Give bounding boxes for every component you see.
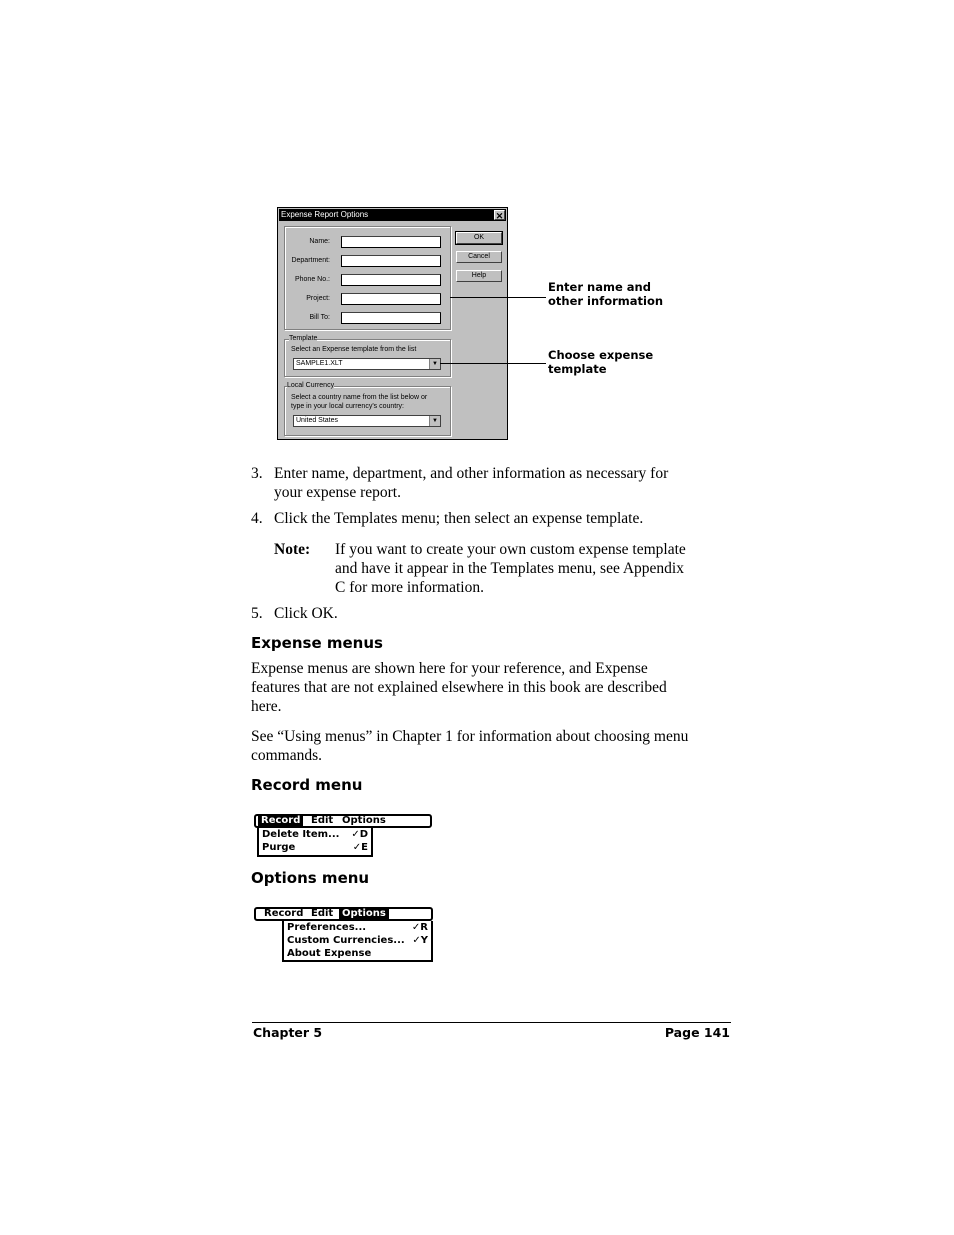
menu-options[interactable]: Options	[339, 816, 389, 826]
menu-item-label: Purge	[262, 842, 296, 853]
step-text: Click OK.	[274, 605, 338, 622]
paragraph-line: Expense menus are shown here for your re…	[251, 660, 648, 677]
step-5: 5. Click OK.	[251, 604, 731, 623]
paragraph-line: features that are not explained elsewher…	[251, 679, 667, 696]
menu-item-label: Custom Currencies...	[287, 935, 405, 946]
menu-item-shortcut: ✓Y	[412, 935, 428, 946]
menu-options[interactable]: Options	[339, 909, 389, 919]
paragraph-line: commands.	[251, 747, 323, 764]
currency-select[interactable]: United States ▼	[293, 415, 441, 427]
menu-item-delete-item[interactable]: Delete Item... ✓D	[259, 828, 371, 841]
callout-info: Enter name and other information	[548, 280, 663, 308]
menu-item-custom-currencies[interactable]: Custom Currencies... ✓Y	[284, 934, 431, 947]
phone-field[interactable]	[341, 274, 441, 286]
options-menubar: Record Edit Options	[254, 907, 433, 921]
callout-line-info	[450, 297, 546, 298]
callout-info-line2: other information	[548, 294, 664, 308]
menu-record[interactable]: Record	[258, 816, 304, 826]
template-select[interactable]: SAMPLE1.XLT ▼	[293, 358, 441, 370]
footer-page: Page 141	[664, 1025, 730, 1040]
step-number: 4.	[251, 510, 263, 527]
step-4: 4. Click the Templates menu; then select…	[251, 509, 731, 528]
menu-item-purge[interactable]: Purge ✓E	[259, 841, 371, 854]
menu-item-label: Preferences...	[287, 922, 367, 933]
department-label: Department:	[291, 257, 330, 264]
currency-group-title: Local Currency	[287, 382, 335, 389]
currency-selected-value: United States	[296, 417, 339, 424]
name-field[interactable]	[341, 236, 441, 248]
step-3: 3. Enter name, department, and other inf…	[251, 464, 731, 502]
dialog-titlebar: Expense Report Options ✕	[279, 209, 506, 221]
footer-rule	[252, 1022, 731, 1023]
record-menubar: Record Edit Options	[254, 814, 432, 828]
cancel-button[interactable]: Cancel	[456, 251, 502, 263]
record-menu-dropdown: Delete Item... ✓D Purge ✓E	[257, 828, 373, 857]
project-label: Project:	[306, 295, 330, 302]
dialog-title: Expense Report Options	[281, 210, 369, 219]
expense-menus-paragraph-2: See “Using menus” in Chapter 1 for infor…	[251, 727, 731, 765]
footer-chapter: Chapter 5	[253, 1025, 323, 1040]
callout-template: Choose expense template	[548, 348, 653, 376]
phone-label: Phone No.:	[294, 276, 330, 283]
menu-item-label: About Expense	[287, 948, 372, 959]
bill-to-label: Bill To:	[309, 314, 331, 321]
chevron-down-icon[interactable]: ▼	[429, 359, 440, 369]
heading-options-menu: Options menu	[251, 869, 370, 887]
step-text: your expense report.	[274, 484, 401, 501]
menu-item-shortcut: ✓R	[411, 922, 428, 933]
menu-item-about-expense[interactable]: About Expense	[284, 947, 431, 960]
step-number: 3.	[251, 465, 263, 482]
template-selected-value: SAMPLE1.XLT	[296, 360, 343, 367]
menu-item-label: Delete Item...	[262, 829, 340, 840]
note-text: If you want to create your own custom ex…	[335, 541, 686, 558]
menu-item-shortcut: ✓E	[352, 842, 368, 853]
template-group-title: Template	[289, 335, 318, 342]
menu-edit[interactable]: Edit	[308, 909, 336, 919]
expense-report-options-dialog: Expense Report Options ✕ Name: Departmen…	[277, 207, 508, 440]
step-text: Enter name, department, and other inform…	[274, 465, 669, 482]
currency-instruction-2: type in your local currency's country:	[291, 403, 404, 410]
currency-instruction-1: Select a country name from the list belo…	[291, 394, 428, 401]
step-text: Click the Templates menu; then select an…	[274, 510, 644, 527]
note: Note: If you want to create your own cus…	[274, 540, 734, 597]
note-text: C for more information.	[335, 579, 484, 596]
template-instruction: Select an Expense template from the list	[291, 346, 417, 353]
close-icon[interactable]: ✕	[494, 210, 505, 221]
expense-menus-paragraph-1: Expense menus are shown here for your re…	[251, 659, 731, 716]
menu-record[interactable]: Record	[261, 909, 306, 919]
bill-to-field[interactable]	[341, 312, 441, 324]
callout-info-line1: Enter name and	[548, 280, 651, 294]
note-label: Note:	[274, 541, 311, 558]
chevron-down-icon[interactable]: ▼	[429, 416, 440, 426]
menu-item-preferences[interactable]: Preferences... ✓R	[284, 921, 431, 934]
paragraph-line: See “Using menus” in Chapter 1 for infor…	[251, 728, 689, 745]
department-field[interactable]	[341, 255, 441, 267]
callout-template-line2: template	[548, 362, 607, 376]
heading-expense-menus: Expense menus	[251, 634, 383, 652]
menu-edit[interactable]: Edit	[308, 816, 336, 826]
ok-button[interactable]: OK	[455, 231, 503, 245]
menu-item-shortcut: ✓D	[351, 829, 368, 840]
name-label: Name:	[309, 238, 330, 245]
note-text: and have it appear in the Templates menu…	[335, 560, 684, 577]
project-field[interactable]	[341, 293, 441, 305]
callout-line-template	[440, 363, 546, 364]
step-number: 5.	[251, 605, 263, 622]
callout-template-line1: Choose expense	[548, 348, 654, 362]
help-button[interactable]: Help	[456, 270, 502, 282]
options-menu-dropdown: Preferences... ✓R Custom Currencies... ✓…	[282, 921, 433, 962]
paragraph-line: here.	[251, 698, 282, 715]
heading-record-menu: Record menu	[251, 776, 363, 794]
